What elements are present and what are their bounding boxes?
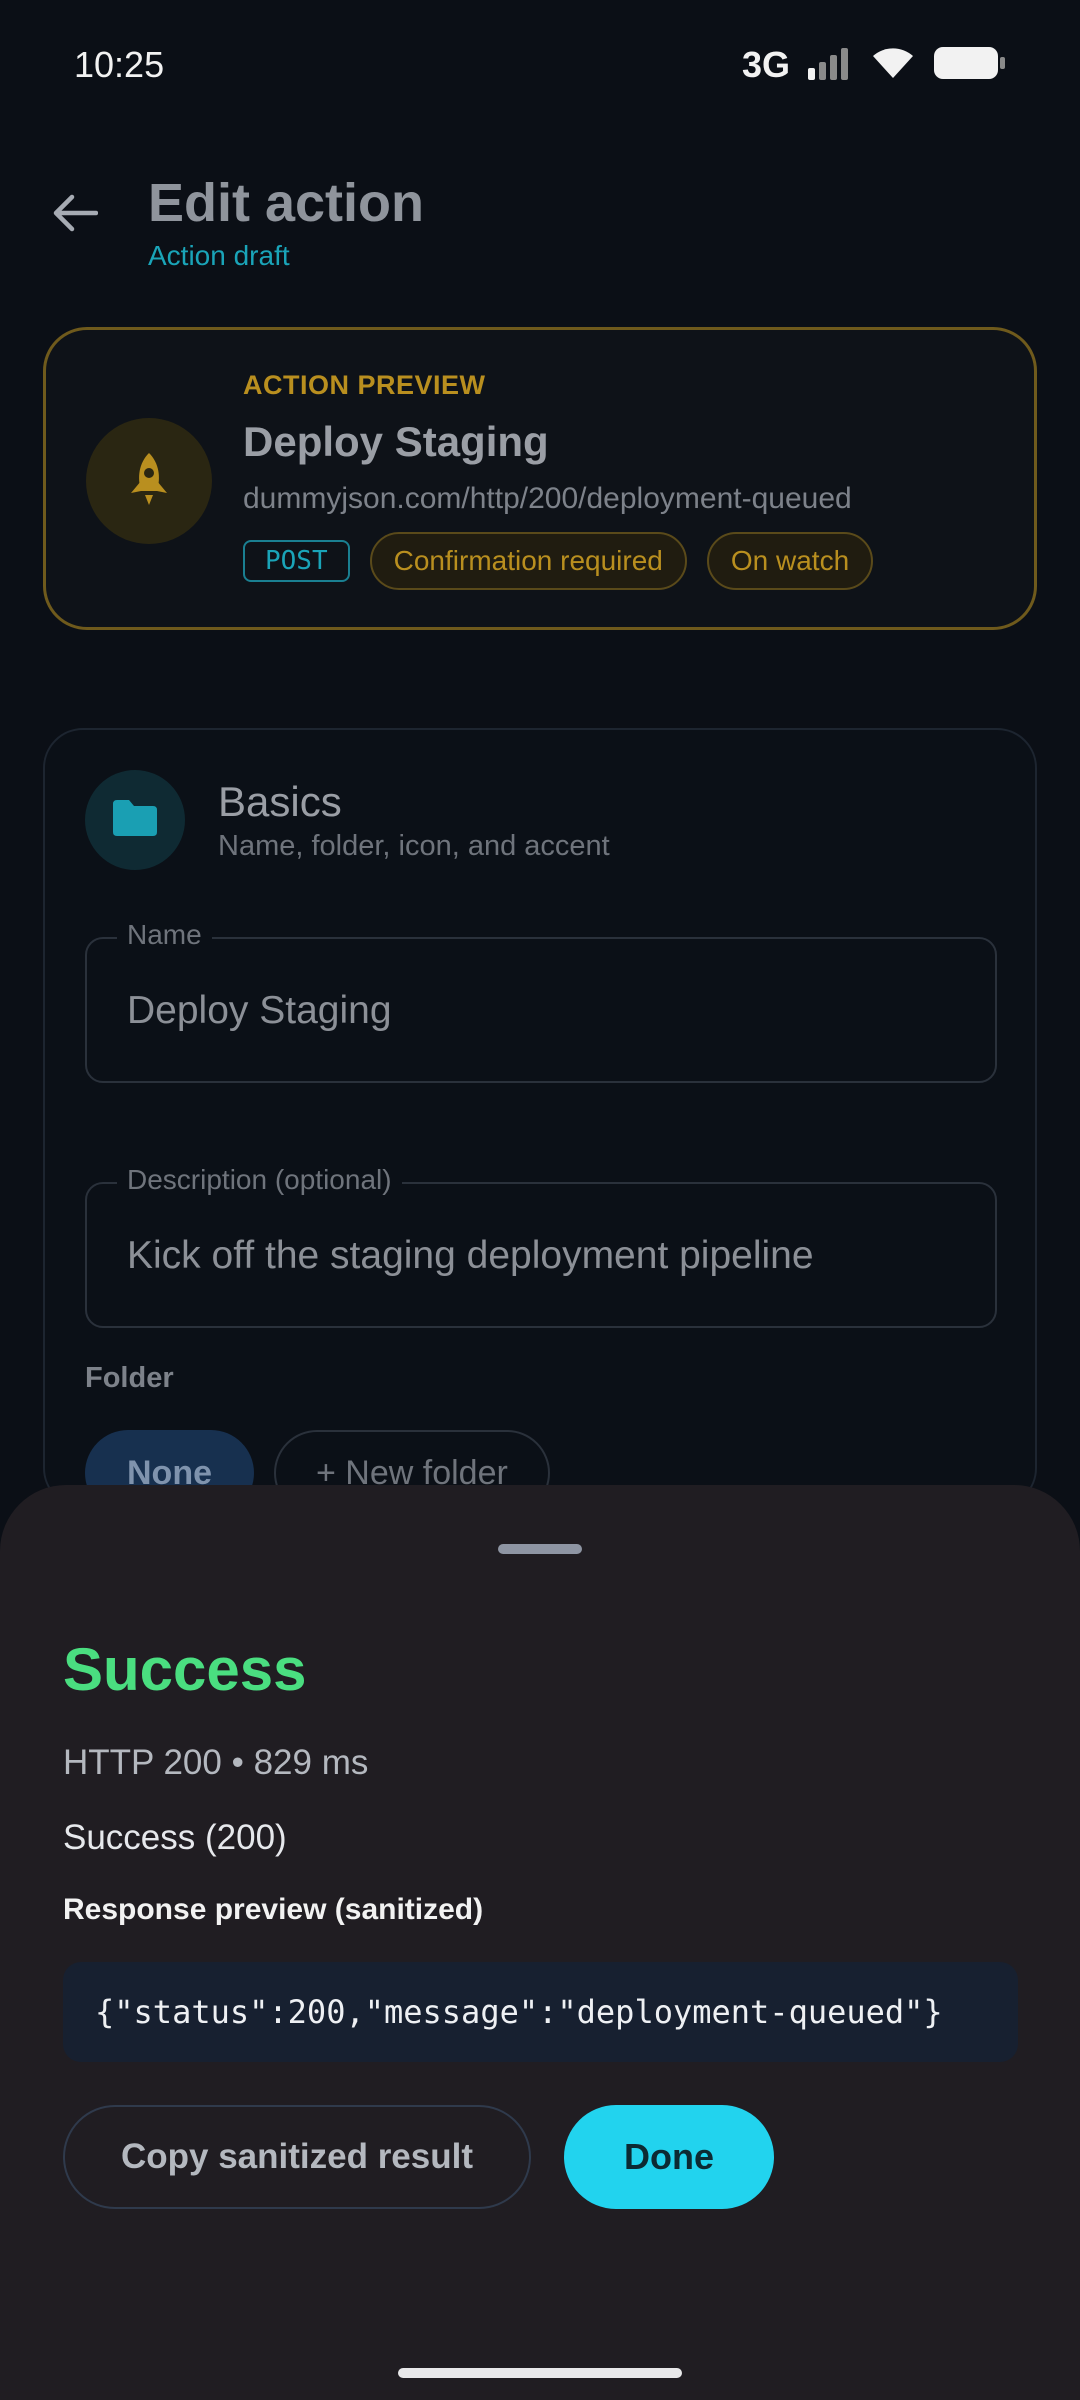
folder-label: Folder [85, 1362, 174, 1394]
preview-tags: POST Confirmation required On watch [243, 532, 874, 590]
wifi-icon [870, 46, 916, 85]
preview-icon-badge [86, 418, 212, 544]
basics-section-card: Basics Name, folder, icon, and accent Na… [43, 728, 1037, 1516]
description-field-value: Kick off the staging deployment pipeline [127, 1234, 814, 1277]
arrow-left-icon [52, 193, 99, 238]
action-preview-card: ACTION PREVIEW Deploy Staging dummyjson.… [43, 327, 1037, 630]
result-bottom-sheet: Success HTTP 200 • 829 ms Success (200) … [0, 1485, 1080, 2400]
network-type-label: 3G [741, 44, 790, 85]
page-title: Edit action [148, 173, 425, 233]
folder-icon [111, 798, 159, 843]
method-badge: POST [243, 540, 350, 582]
page-subtitle: Action draft [148, 240, 290, 271]
name-field-label: Name [117, 919, 212, 951]
response-preview-box: {"status":200,"message":"deployment-queu… [63, 1962, 1018, 2062]
status-bar: 10:25 3G [0, 0, 1080, 130]
rocket-icon [123, 451, 175, 512]
basics-title: Basics [218, 778, 342, 825]
name-field[interactable]: Name Deploy Staging [85, 919, 997, 1083]
basics-subtitle: Name, folder, icon, and accent [218, 830, 610, 862]
sheet-drag-handle[interactable] [498, 1544, 582, 1554]
description-field-label: Description (optional) [117, 1164, 402, 1196]
back-button[interactable] [40, 180, 110, 250]
done-button[interactable]: Done [564, 2105, 774, 2209]
description-field[interactable]: Description (optional) Kick off the stag… [85, 1164, 997, 1328]
preview-kicker: ACTION PREVIEW [243, 370, 486, 400]
preview-action-name: Deploy Staging [243, 418, 549, 465]
signal-icon [808, 46, 852, 85]
basics-icon-badge [85, 770, 185, 870]
copy-sanitized-result-button[interactable]: Copy sanitized result [63, 2105, 531, 2209]
status-time: 10:25 [74, 44, 165, 85]
status-icons: 3G [742, 44, 1006, 86]
on-watch-tag: On watch [706, 532, 874, 590]
result-meta: HTTP 200 • 829 ms [63, 1743, 369, 1782]
response-preview-text: {"status":200,"message":"deployment-queu… [95, 1993, 943, 2031]
home-indicator[interactable] [398, 2368, 682, 2378]
confirmation-required-tag: Confirmation required [369, 532, 687, 590]
preview-action-url: dummyjson.com/http/200/deployment-queued [243, 482, 852, 515]
result-title: Success [63, 1636, 307, 1703]
response-preview-label: Response preview (sanitized) [63, 1893, 484, 1926]
battery-icon [934, 46, 1006, 85]
result-status-text: Success (200) [63, 1818, 287, 1857]
name-field-value: Deploy Staging [127, 989, 392, 1032]
